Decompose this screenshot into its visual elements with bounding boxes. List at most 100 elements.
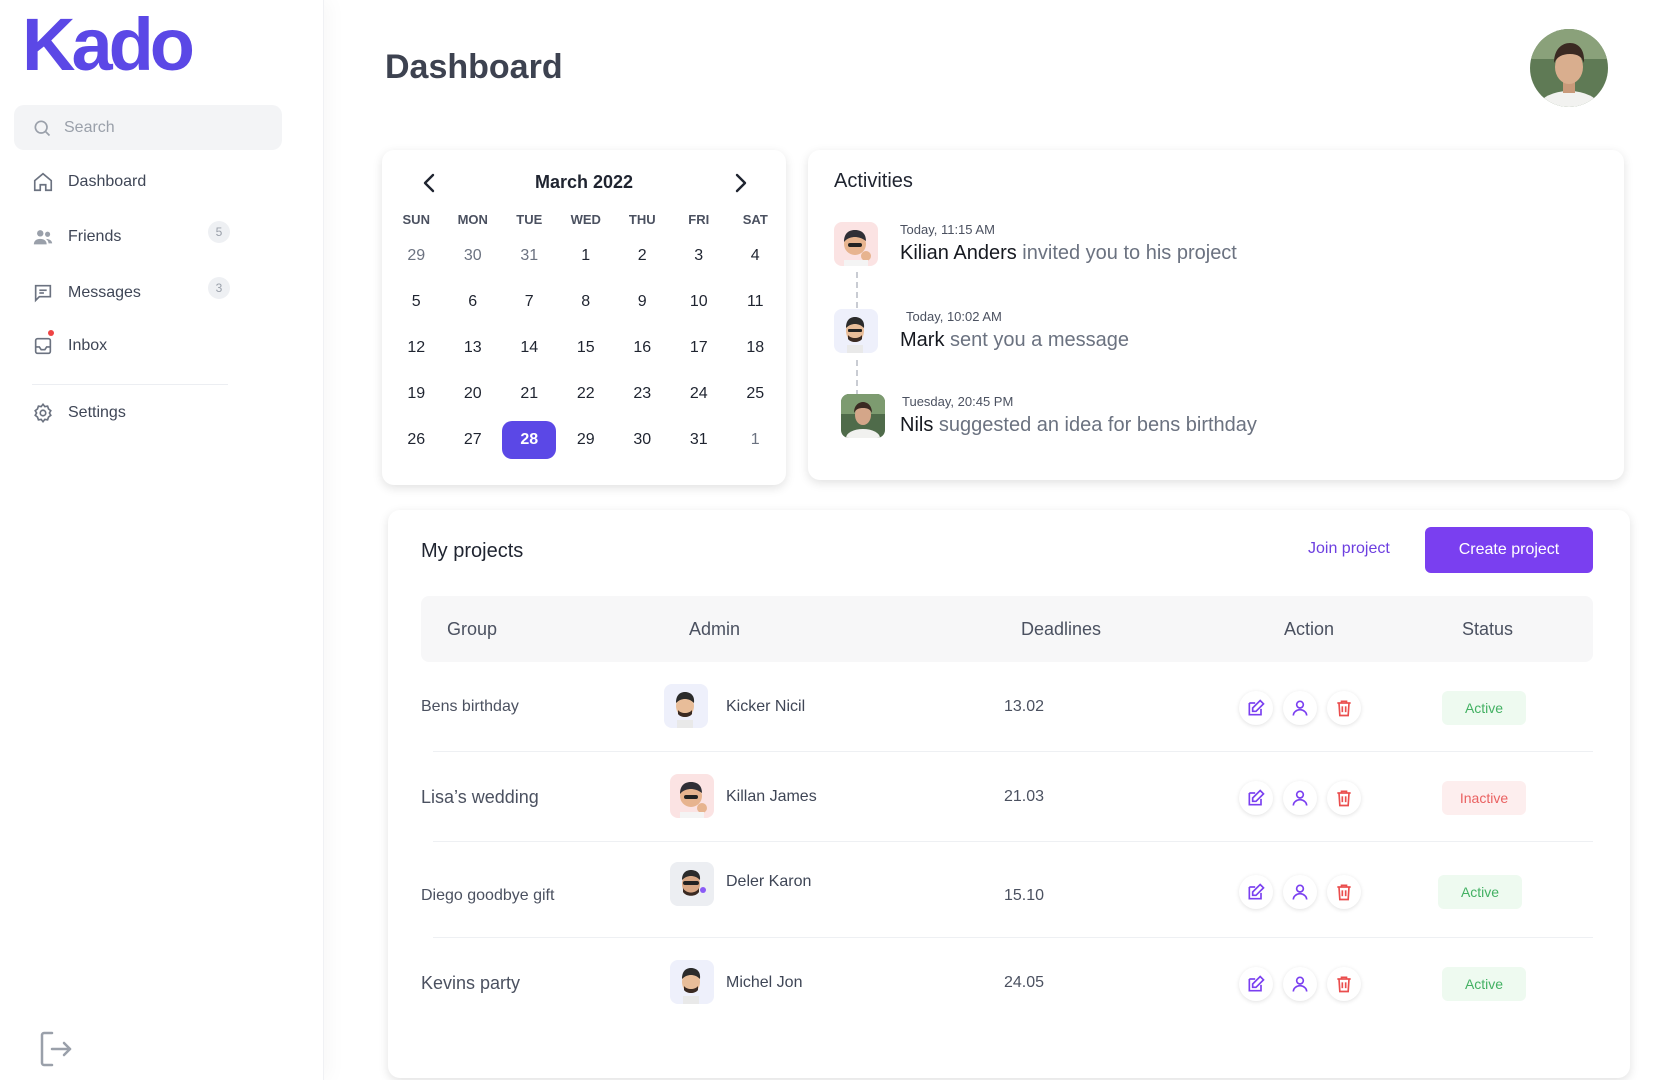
column-header-group[interactable]: Group [447, 596, 497, 662]
members-button[interactable] [1283, 875, 1317, 909]
calendar-day[interactable]: 7 [501, 279, 558, 325]
delete-button[interactable] [1327, 875, 1361, 909]
calendar-day[interactable]: 30 [614, 417, 671, 463]
table-header: Group Admin Deadlines Action Status [421, 596, 1593, 662]
calendar-day[interactable]: 11 [727, 279, 784, 325]
calendar-day[interactable]: 6 [445, 279, 502, 325]
activities-card: Activities Today, 11:15 AM Kilian Anders… [808, 150, 1624, 480]
calendar-day-number: 19 [407, 385, 426, 402]
calendar-day[interactable]: 24 [671, 371, 728, 417]
column-header-admin[interactable]: Admin [689, 596, 740, 662]
activity-text: Kilian Anders invited you to his project [900, 242, 1237, 265]
calendar-day[interactable]: 8 [558, 279, 615, 325]
chevron-right-icon[interactable] [728, 168, 754, 198]
column-header-action[interactable]: Action [1284, 596, 1334, 662]
sidebar-item-inbox[interactable]: Inbox [32, 331, 107, 361]
activity-item[interactable]: Tuesday, 20:45 PM Nils suggested an idea… [834, 394, 1594, 454]
search-icon [34, 120, 51, 136]
user-icon [1292, 976, 1308, 992]
join-project-button[interactable]: Join project [1308, 540, 1390, 558]
table-row[interactable]: Diego goodbye gift Deler Karon 15.10 Act… [421, 842, 1593, 938]
calendar-day[interactable]: 18 [727, 325, 784, 371]
edit-button[interactable] [1239, 875, 1273, 909]
calendar-day[interactable]: 1 [558, 233, 615, 279]
sidebar-item-dashboard[interactable]: Dashboard [32, 167, 146, 197]
weekday-label: THU [628, 211, 656, 227]
messages-count-badge: 3 [208, 277, 230, 299]
edit-icon [1248, 883, 1265, 900]
admin-name: Killan James [726, 788, 817, 805]
calendar-day-number: 13 [463, 339, 482, 356]
calendar-day[interactable]: 29 [558, 417, 615, 463]
calendar-day[interactable]: 29 [388, 233, 445, 279]
calendar-day[interactable]: 4 [727, 233, 784, 279]
activity-description: sent you a message [944, 329, 1130, 351]
calendar-day[interactable]: 15 [558, 325, 615, 371]
search-input[interactable] [64, 118, 264, 137]
calendar-day[interactable]: 27 [445, 417, 502, 463]
logout-icon[interactable] [38, 1030, 74, 1068]
calendar-day[interactable]: 1 [727, 417, 784, 463]
calendar-day[interactable]: 31 [671, 417, 728, 463]
calendar-day[interactable]: 2 [614, 233, 671, 279]
calendar-day[interactable]: 30 [445, 233, 502, 279]
calendar-day[interactable]: 25 [727, 371, 784, 417]
members-button[interactable] [1283, 781, 1317, 815]
activity-item[interactable]: Today, 10:02 AM Mark sent you a message [834, 309, 1594, 369]
members-button[interactable] [1283, 691, 1317, 725]
calendar-day-number: 1 [581, 247, 591, 264]
calendar-day[interactable]: 26 [388, 417, 445, 463]
delete-button[interactable] [1327, 967, 1361, 1001]
status-badge: Active [1442, 967, 1526, 1001]
calendar-day-selected[interactable]: 28 [501, 417, 558, 463]
column-header-status[interactable]: Status [1462, 596, 1513, 662]
calendar-day[interactable]: 14 [501, 325, 558, 371]
edit-icon [1248, 789, 1265, 806]
create-project-button[interactable]: Create project [1425, 527, 1593, 573]
calendar-day[interactable]: 23 [614, 371, 671, 417]
edit-button[interactable] [1239, 691, 1273, 725]
projects-title: My projects [421, 540, 524, 562]
search-box[interactable] [14, 105, 282, 150]
calendar-day[interactable]: 21 [501, 371, 558, 417]
members-button[interactable] [1283, 967, 1317, 1001]
group-name: Bens birthday [421, 698, 519, 715]
column-header-deadlines[interactable]: Deadlines [1021, 596, 1101, 662]
table-row[interactable]: Bens birthday Kicker Nicil 13.02 Active [421, 662, 1593, 752]
calendar-day-number: 11 [746, 293, 764, 310]
edit-button[interactable] [1239, 967, 1273, 1001]
activity-item[interactable]: Today, 11:15 AM Kilian Anders invited yo… [834, 222, 1594, 282]
app-logo[interactable]: Kado [22, 8, 195, 82]
activity-time: Today, 11:15 AM [900, 222, 995, 237]
calendar-day[interactable]: 5 [388, 279, 445, 325]
sidebar-item-friends[interactable]: Friends [32, 222, 121, 252]
delete-button[interactable] [1327, 781, 1361, 815]
calendar-day-number: 18 [746, 339, 765, 356]
calendar-day-number: 15 [576, 339, 595, 356]
admin-name: Michel Jon [726, 974, 803, 991]
delete-button[interactable] [1327, 691, 1361, 725]
table-row[interactable]: Kevins party Michel Jon 24.05 Active [421, 938, 1593, 1028]
edit-button[interactable] [1239, 781, 1273, 815]
sidebar-item-messages[interactable]: Messages [32, 278, 141, 308]
calendar-day[interactable]: 13 [445, 325, 502, 371]
home-icon [33, 172, 53, 192]
calendar-day[interactable]: 22 [558, 371, 615, 417]
calendar-day[interactable]: 20 [445, 371, 502, 417]
table-row[interactable]: Lisa’s wedding Killan James 21.03 Inacti… [421, 752, 1593, 842]
calendar-day[interactable]: 31 [501, 233, 558, 279]
user-avatar[interactable] [1530, 29, 1608, 107]
calendar-day[interactable]: 19 [388, 371, 445, 417]
sidebar-item-settings[interactable]: Settings [32, 398, 126, 428]
calendar-day-number: 29 [576, 431, 595, 448]
calendar-day[interactable]: 17 [671, 325, 728, 371]
admin-avatar [664, 684, 708, 728]
calendar-day[interactable]: 12 [388, 325, 445, 371]
user-icon [1292, 700, 1308, 716]
calendar-day[interactable]: 9 [614, 279, 671, 325]
calendar-day-number: 4 [750, 247, 760, 264]
calendar-day[interactable]: 3 [671, 233, 728, 279]
activity-description: invited you to his project [1016, 242, 1237, 264]
calendar-day[interactable]: 16 [614, 325, 671, 371]
calendar-day[interactable]: 10 [671, 279, 728, 325]
